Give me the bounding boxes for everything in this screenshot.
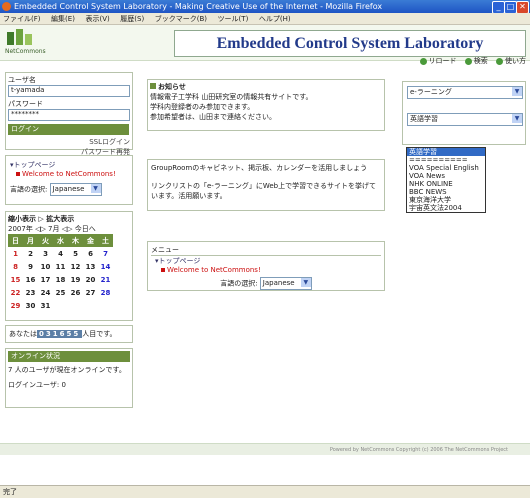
counter-digits: 031655 xyxy=(37,330,83,338)
chevron-down-icon: ▼ xyxy=(512,114,522,123)
status-bar: 完了 xyxy=(0,485,530,497)
username-input[interactable]: t-yamada xyxy=(8,85,130,97)
notice-line: 情報電子工学科 山田研究室の情報共有サイトです。 xyxy=(150,93,313,101)
page-footer: Powered by NetCommons Copyright (c) 2006… xyxy=(0,443,530,455)
calendar-week: 29 30 31 xyxy=(10,301,51,310)
group-info-line1: GroupRoomのキャビネット、掲示板、カレンダーを活用しましょう xyxy=(151,164,368,172)
calendar-nav-links[interactable]: ◁▷ 7月 ◁▷ 今日へ xyxy=(35,225,96,233)
language-label: 言語の選択: xyxy=(10,185,48,194)
center-menu-box: メニュー ▾トップページ Welcome to NetCommons! 言語の選… xyxy=(147,241,385,291)
chevron-down-icon: ▼ xyxy=(90,184,101,193)
dropdown-option[interactable]: ========== xyxy=(407,156,485,164)
firefox-icon xyxy=(2,2,11,11)
center-menu-item-welcome[interactable]: Welcome to NetCommons! xyxy=(151,266,381,274)
ssl-login-link[interactable]: SSLログイン xyxy=(8,137,130,147)
calendar-title[interactable]: 縮小表示 ▷ 拡大表示 xyxy=(8,214,130,224)
notice-box: お知らせ 情報電子工学科 山田研究室の情報共有サイトです。 学科内登録者のみ参加… xyxy=(147,79,385,131)
dropdown-option[interactable]: VOA Special English xyxy=(407,164,485,172)
center-language-label: 言語の選択: xyxy=(220,279,258,288)
notice-icon xyxy=(150,83,156,89)
online-status-text: 7 人のユーザが現在オンラインです。 xyxy=(8,366,126,374)
login-button[interactable]: ログイン xyxy=(8,124,129,135)
calendar-weekday-row: 日月火水木金土 xyxy=(8,234,113,247)
dropdown-option[interactable]: 英語学習 xyxy=(407,148,485,156)
center-language-row: 言語の選択: Japanese ▼ xyxy=(151,277,381,290)
chevron-down-icon: ▼ xyxy=(512,87,522,96)
login-users-count: ログインユーザ: 0 xyxy=(8,381,66,389)
menu-file[interactable]: ファイル(F) xyxy=(3,15,41,23)
menu-tools[interactable]: ツール(T) xyxy=(218,15,249,23)
password-input[interactable]: ******** xyxy=(8,109,130,121)
notice-line: 学科内登録者のみ参加できます。 xyxy=(150,103,255,111)
language-row: 言語の選択: Japanese ▼ xyxy=(10,183,128,196)
menu-view[interactable]: 表示(V) xyxy=(85,15,109,23)
center-menu-item-top[interactable]: ▾トップページ xyxy=(151,256,381,266)
close-button[interactable]: ✕ xyxy=(516,1,529,13)
access-counter: あなたは 031655 人目です。 xyxy=(5,325,133,343)
group-info-line2: リンクリストの「e-ラーニング」にWeb上で学習できるサイトを挙げています。活用… xyxy=(151,182,376,200)
link-category-select[interactable]: e-ラーニング ▼ xyxy=(407,86,523,99)
left-menu-box: ▾トップページ Welcome to NetCommons! 言語の選択: Ja… xyxy=(5,155,133,205)
window-title-bar: Embedded Control System Laboratory - Mak… xyxy=(0,0,530,13)
calendar-week: 15 16 17 18 19 20 21 xyxy=(10,275,111,284)
header-links: リロード 検索 使い方 xyxy=(414,55,526,67)
reload-link[interactable]: リロード xyxy=(419,57,457,65)
username-label: ユーザ名 xyxy=(8,76,36,84)
help-link[interactable]: 使い方 xyxy=(496,57,526,65)
reload-icon xyxy=(419,57,427,65)
netcommons-logo[interactable]: NetCommons xyxy=(5,28,46,58)
notice-line: 参加希望者は、山田まで連絡ください。 xyxy=(150,113,276,121)
dropdown-option[interactable]: VOA News xyxy=(407,172,485,180)
menu-bookmarks[interactable]: ブックマーク(B) xyxy=(155,15,207,23)
bullet-icon xyxy=(16,172,20,176)
dropdown-option[interactable]: BBC NEWS xyxy=(407,188,485,196)
bullet-icon xyxy=(161,268,165,272)
calendar-box: 縮小表示 ▷ 拡大表示 2007年 ◁▷ 7月 ◁▷ 今日へ 日月火水木金土 1… xyxy=(5,211,133,321)
online-status-title: オンライン状況 xyxy=(8,351,130,362)
link-item-select[interactable]: 英語学習 ▼ xyxy=(407,113,523,126)
group-info-box: GroupRoomのキャビネット、掲示板、カレンダーを活用しましょう リンクリス… xyxy=(147,159,385,211)
notice-title: お知らせ xyxy=(150,82,382,92)
password-label: パスワード xyxy=(8,100,43,108)
logo-text: NetCommons xyxy=(5,48,46,55)
window-title: Embedded Control System Laboratory - Mak… xyxy=(14,2,383,11)
site-banner: Embedded Control System Laboratory xyxy=(174,30,526,57)
logo-icon xyxy=(7,29,32,45)
web-page: NetCommons Embedded Control System Labor… xyxy=(0,25,530,485)
menu-item-welcome[interactable]: Welcome to NetCommons! xyxy=(10,170,128,178)
link-dropdown-list: 英語学習 ========== VOA Special English VOA … xyxy=(406,147,486,213)
dropdown-option[interactable]: 宇宙英文法2004 xyxy=(407,204,485,212)
menu-edit[interactable]: 編集(E) xyxy=(51,15,75,23)
link-list-box: e-ラーニング ▼ 英語学習 ▼ xyxy=(402,81,526,145)
chevron-down-icon: ▼ xyxy=(300,278,311,287)
menu-bar: ファイル(F) 編集(E) 表示(V) 履歴(S) ブックマーク(B) ツール(… xyxy=(0,13,530,25)
menu-history[interactable]: 履歴(S) xyxy=(120,15,144,23)
calendar-grid: 日月火水木金土 1234567 8 9 10 11 12 13 14 15 16 17 18 19 2… xyxy=(8,234,113,312)
dropdown-option[interactable]: 東京海洋大学 xyxy=(407,196,485,204)
search-link[interactable]: 検索 xyxy=(464,57,488,65)
help-icon xyxy=(496,57,503,65)
center-menu-title: メニュー xyxy=(151,245,381,256)
menu-item-top[interactable]: ▾トップページ xyxy=(10,160,128,170)
calendar-week: 8 9 10 11 12 13 14 xyxy=(13,262,111,271)
login-box: ユーザ名 t-yamada パスワード ******** ログイン SSLログイ… xyxy=(5,72,133,156)
dropdown-option[interactable]: NHK ONLINE xyxy=(407,180,485,188)
calendar-week: 1234567 xyxy=(13,249,108,258)
center-language-select[interactable]: Japanese ▼ xyxy=(259,277,312,290)
calendar-nav: 2007年 ◁▷ 7月 ◁▷ 今日へ xyxy=(8,225,96,233)
calendar-week: 22 23 24 25 26 27 28 xyxy=(10,288,111,297)
online-status-box: オンライン状況 7 人のユーザが現在オンラインです。 ログインユーザ: 0 xyxy=(5,348,133,408)
language-select[interactable]: Japanese ▼ xyxy=(49,183,102,196)
search-icon xyxy=(464,57,472,65)
menu-help[interactable]: ヘルプ(H) xyxy=(259,15,291,23)
